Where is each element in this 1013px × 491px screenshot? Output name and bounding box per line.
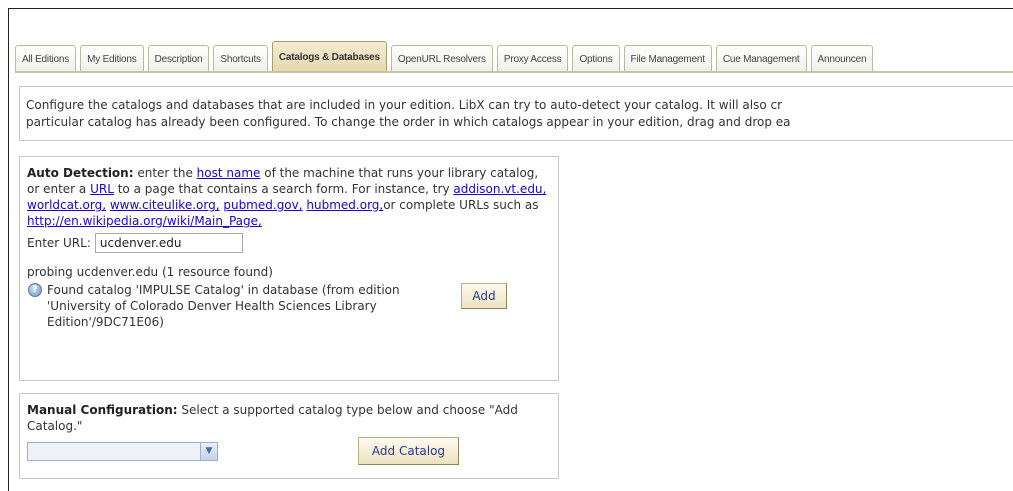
example-link-pubmed[interactable]: pubmed.gov,	[223, 198, 302, 212]
example-link-citeulike[interactable]: www.citeulike.org,	[110, 198, 220, 212]
enter-url-label: Enter URL:	[27, 236, 91, 250]
help-text-3: to a page that contains a search form. F…	[113, 182, 454, 196]
tab-bar-divider	[15, 71, 1013, 73]
example-link-hubmed[interactable]: hubmed.org,	[306, 198, 383, 212]
manual-configuration-label: Manual Configuration:	[27, 403, 178, 417]
probe-status: probing ucdenver.edu (1 resource found)	[27, 265, 273, 279]
tab-all-editions[interactable]: All Editions	[15, 45, 77, 72]
auto-detection-help: Auto Detection: enter the host name of t…	[27, 165, 550, 229]
manual-configuration-help: Manual Configuration: Select a supported…	[27, 402, 550, 434]
help-text-4: or complete URLs such as	[383, 198, 539, 212]
example-link-worldcat[interactable]: worldcat.org,	[27, 198, 106, 212]
intro-line-1: Configure the catalogs and databases tha…	[26, 98, 783, 112]
catalog-type-select[interactable]: ▼	[27, 441, 218, 461]
example-link-addison[interactable]: addison.vt.edu,	[453, 182, 546, 196]
manual-row: ▼ Add Catalog	[27, 437, 550, 465]
tab-proxy-access[interactable]: Proxy Access	[496, 45, 569, 72]
found-catalog-text: Found catalog 'IMPULSE Catalog' in datab…	[47, 283, 400, 329]
tab-openurl-resolvers[interactable]: OpenURL Resolvers	[390, 45, 493, 72]
auto-detection-label: Auto Detection:	[27, 166, 134, 180]
tab-file-management[interactable]: File Management	[623, 45, 712, 72]
tab-bar: All Editions My Editions Description Sho…	[15, 39, 1013, 72]
example-link-wikipedia[interactable]: http://en.wikipedia.org/wiki/Main_Page,	[27, 214, 262, 228]
url-row: Enter URL:	[27, 232, 550, 254]
tab-announcements[interactable]: Announcen	[810, 45, 874, 72]
tab-options[interactable]: Options	[572, 45, 620, 72]
url-input[interactable]	[94, 233, 243, 253]
host-name-link[interactable]: host name	[197, 166, 261, 180]
tab-shortcuts[interactable]: Shortcuts	[213, 45, 268, 72]
tab-cue-management[interactable]: Cue Management	[715, 45, 807, 72]
intro-line-2: particular catalog has already been conf…	[26, 115, 791, 129]
tab-my-editions[interactable]: My Editions	[80, 45, 144, 72]
tab-catalogs-databases[interactable]: Catalogs & Databases	[271, 41, 387, 72]
intro-description: Configure the catalogs and databases tha…	[19, 86, 1013, 141]
chevron-down-icon[interactable]: ▼	[200, 442, 217, 460]
info-icon[interactable]: ?	[28, 283, 42, 297]
manual-configuration-panel: Manual Configuration: Select a supported…	[19, 393, 559, 479]
add-button[interactable]: Add	[461, 283, 507, 309]
app-frame: All Editions My Editions Description Sho…	[8, 8, 1013, 491]
found-catalog-row: ? Found catalog 'IMPULSE Catalog' in dat…	[27, 282, 550, 330]
url-link[interactable]: URL	[90, 182, 114, 196]
help-text-1: enter the	[133, 166, 197, 180]
add-catalog-button[interactable]: Add Catalog	[358, 437, 459, 465]
auto-detection-panel: Auto Detection: enter the host name of t…	[19, 156, 559, 381]
tab-description[interactable]: Description	[147, 45, 210, 72]
